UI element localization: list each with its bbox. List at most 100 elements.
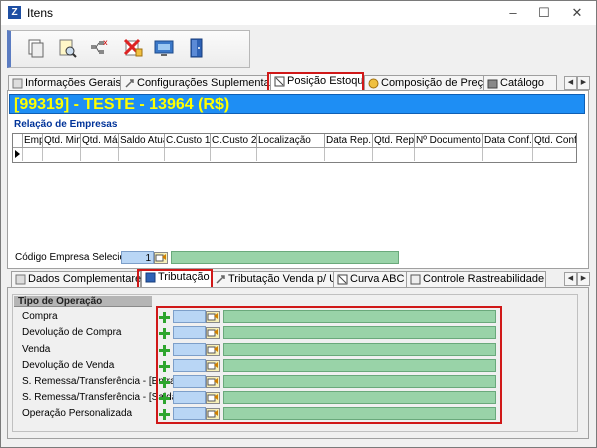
window-title: Itens (27, 6, 54, 20)
table-cell[interactable] (483, 148, 533, 161)
empresa-nome-field[interactable] (171, 251, 399, 264)
svg-text:x: x (103, 38, 108, 47)
column-header[interactable]: Emp (23, 134, 43, 148)
operation-description-field[interactable] (223, 310, 496, 323)
add-operation-icon[interactable] (158, 344, 171, 357)
tab-tributacao-venda-uf[interactable]: Tributação Venda p/ UF (211, 271, 344, 287)
table-cell[interactable] (533, 148, 576, 161)
table-cell[interactable] (211, 148, 257, 161)
operation-description-field[interactable] (223, 407, 496, 420)
add-operation-icon[interactable] (158, 408, 171, 421)
operation-code-field[interactable] (173, 375, 206, 388)
posicao-estoque-panel (7, 90, 589, 269)
column-header[interactable]: C.Custo 2 (211, 134, 257, 148)
column-header[interactable]: Localização (257, 134, 325, 148)
operation-code-field[interactable] (173, 310, 206, 323)
tab-label: Informações Gerais (25, 77, 121, 89)
operation-code-field[interactable] (173, 326, 206, 339)
close-button[interactable]: ✕ (562, 3, 592, 23)
add-operation-icon[interactable] (158, 311, 171, 324)
operation-description-field[interactable] (223, 326, 496, 339)
tab-scroll-right-button[interactable]: ▶ (577, 76, 590, 90)
column-header[interactable]: Nº Documento (415, 134, 483, 148)
column-header[interactable]: Qtd. Min. (43, 134, 81, 148)
add-operation-icon[interactable] (158, 376, 171, 389)
tab-label: Configurações Suplementares (137, 77, 285, 89)
column-header[interactable]: Qtd. Rep. (373, 134, 415, 148)
table-cell[interactable] (415, 148, 483, 161)
empresas-grid[interactable]: Emp Qtd. Min. Qtd. Máx. Saldo Atual C.Cu… (12, 133, 577, 163)
table-cell[interactable] (81, 148, 119, 161)
copy-document-icon[interactable] (25, 37, 47, 59)
operation-description-field[interactable] (223, 343, 496, 356)
tab-label: Catálogo (500, 77, 545, 89)
table-cell[interactable] (23, 148, 43, 161)
column-header[interactable]: Qtd. Conf. (533, 134, 576, 148)
exit-door-icon[interactable] (185, 37, 207, 59)
op-label-operacao-personalizada: Operação Personalizada (22, 408, 133, 419)
operation-code-field[interactable] (173, 343, 206, 356)
tab-controle-rastreabilidade[interactable]: Controle Rastreabilidade (406, 271, 546, 287)
add-operation-icon[interactable] (158, 392, 171, 405)
empresa-lookup-button[interactable] (154, 252, 168, 264)
tab-catalogo[interactable]: Catálogo (483, 75, 557, 91)
op-label-remessa-saida: S. Remessa/Transferência - [Saida] (22, 392, 181, 403)
empresa-selecionada-field[interactable]: 1 (121, 251, 154, 264)
op-label-venda: Venda (22, 344, 51, 355)
bottom-tab-scroll-right-button[interactable]: ▶ (577, 272, 590, 286)
maximize-button[interactable]: ☐ (529, 3, 559, 23)
table-cell[interactable] (257, 148, 325, 161)
relacao-empresas-title: Relação de Empresas (14, 119, 118, 130)
column-header[interactable]: C.Custo 1 (165, 134, 211, 148)
operation-lookup-button[interactable] (206, 311, 220, 323)
search-document-icon[interactable] (56, 37, 78, 59)
tab-informacoes-gerais[interactable]: Informações Gerais (8, 75, 121, 91)
edit-delete-icon[interactable] (122, 37, 144, 59)
item-header: [99319] - TESTE - 13964 (R$) (9, 94, 585, 114)
table-cell[interactable] (43, 148, 81, 161)
operation-lookup-button[interactable] (206, 360, 220, 372)
tab-label: Dados Complementares (28, 273, 147, 285)
tab-label: Composição de Preços (381, 77, 495, 89)
operation-lookup-button[interactable] (206, 392, 220, 404)
tab-scroll-left-button[interactable]: ◀ (564, 76, 577, 90)
column-header[interactable]: Data Rep. (325, 134, 373, 148)
table-cell[interactable] (325, 148, 373, 161)
operation-code-field[interactable] (173, 391, 206, 404)
tab-label: Posição Estoque (287, 75, 370, 87)
tab-label: Tributação Venda p/ UF (228, 273, 344, 285)
table-cell[interactable] (165, 148, 211, 161)
tab-posicao-estoque[interactable]: Posição Estoque (270, 73, 370, 91)
operation-description-field[interactable] (223, 359, 496, 372)
operation-lookup-button[interactable] (206, 376, 220, 388)
tree-delete-icon[interactable]: x (88, 37, 110, 59)
tab-composicao-de-precos[interactable]: Composição de Preços (364, 75, 495, 91)
column-header[interactable]: Qtd. Máx. (81, 134, 119, 148)
tab-configuracoes-suplementares[interactable]: Configurações Suplementares (120, 75, 285, 91)
grid-row-indicator-header (13, 134, 23, 148)
operation-code-field[interactable] (173, 407, 206, 420)
add-operation-icon[interactable] (158, 327, 171, 340)
operation-description-field[interactable] (223, 375, 496, 388)
operation-lookup-button[interactable] (206, 344, 220, 356)
column-header[interactable]: Saldo Atual (119, 134, 165, 148)
tab-curva-abc[interactable]: Curva ABC (333, 271, 411, 287)
column-header[interactable]: Data Conf. (483, 134, 533, 148)
items-window: Z Itens – ☐ ✕ x Informações Gerais Confi… (0, 0, 597, 448)
monitor-icon[interactable] (153, 37, 175, 59)
operation-description-field[interactable] (223, 391, 496, 404)
tab-label: Tributação (158, 271, 210, 283)
tab-dados-complementares[interactable]: Dados Complementares (11, 271, 147, 287)
bottom-tab-scroll-left-button[interactable]: ◀ (564, 272, 577, 286)
operation-code-field[interactable] (173, 359, 206, 372)
operation-lookup-button[interactable] (206, 408, 220, 420)
op-label-compra: Compra (22, 311, 58, 322)
table-cell[interactable] (373, 148, 415, 161)
minimize-button[interactable]: – (498, 3, 528, 23)
op-label-devolucao-compra: Devolução de Compra (22, 327, 122, 338)
add-operation-icon[interactable] (158, 360, 171, 373)
table-cell[interactable] (119, 148, 165, 161)
tab-tributacao[interactable]: Tributação (141, 269, 213, 287)
op-label-devolucao-venda: Devolução de Venda (22, 360, 115, 371)
operation-lookup-button[interactable] (206, 327, 220, 339)
